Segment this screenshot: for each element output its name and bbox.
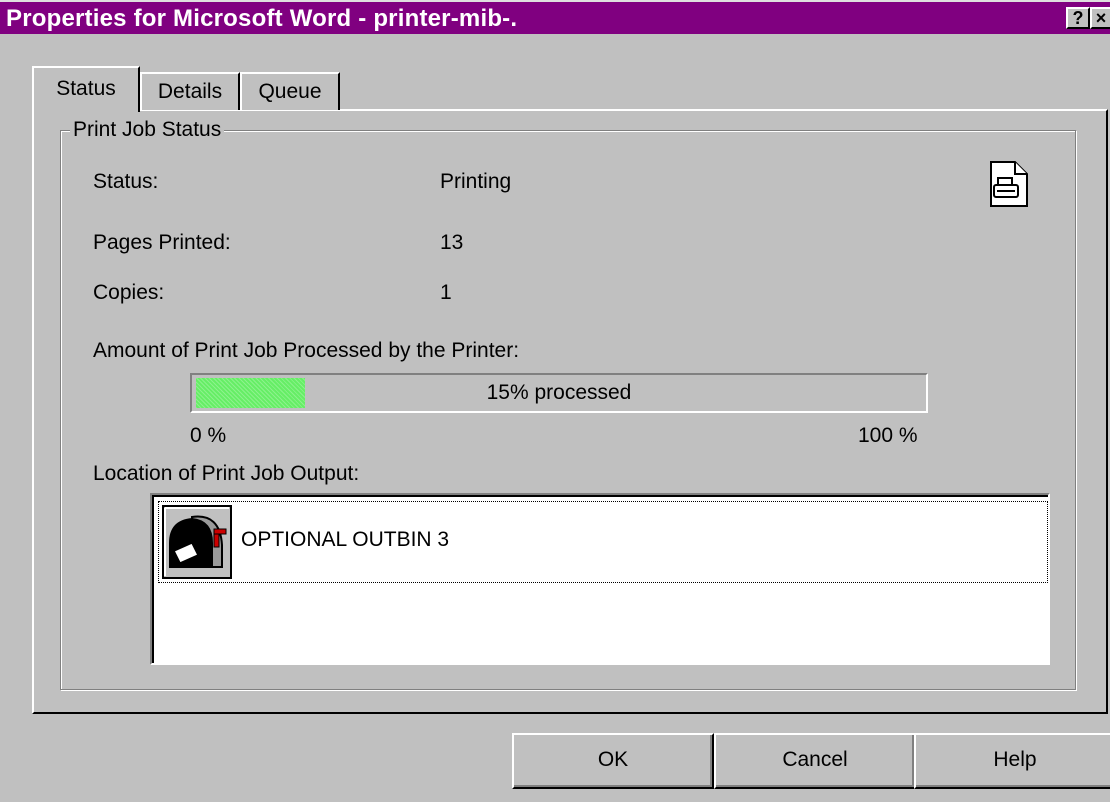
output-location-list[interactable]: OPTIONAL OUTBIN 3 [150, 493, 1050, 665]
pages-printed-label: Pages Printed: [93, 231, 231, 254]
print-progress-bar: 15% processed [190, 373, 928, 413]
properties-dialog: Properties for Microsoft Word - printer-… [0, 0, 1110, 802]
copies-value: 1 [440, 281, 452, 304]
title-bar[interactable]: Properties for Microsoft Word - printer-… [0, 0, 1110, 34]
cancel-button[interactable]: Cancel [714, 733, 916, 789]
tab-status[interactable]: Status [32, 66, 140, 112]
tab-queue[interactable]: Queue [240, 72, 340, 110]
ok-button[interactable]: OK [512, 733, 714, 789]
status-value: Printing [440, 170, 512, 193]
output-list-frame: OPTIONAL OUTBIN 3 [152, 495, 1048, 663]
pages-printed-value: 13 [440, 231, 464, 254]
window-title: Properties for Microsoft Word - printer-… [6, 5, 518, 32]
status-label: Status: [93, 170, 159, 193]
progress-min-label: 0 % [190, 424, 227, 447]
progress-max-label: 100 % [858, 424, 918, 447]
mailbox-icon [162, 505, 232, 579]
output-bin-label: OPTIONAL OUTBIN 3 [241, 528, 450, 551]
printer-document-icon [990, 161, 1028, 207]
group-title: Print Job Status [70, 118, 225, 142]
amount-processed-label: Amount of Print Job Processed by the Pri… [93, 339, 520, 362]
copies-label: Copies: [93, 281, 165, 304]
help-question-button[interactable]: ? [1066, 7, 1090, 29]
tab-details[interactable]: Details [140, 72, 240, 110]
progress-text: 15% processed [486, 381, 632, 404]
help-button[interactable]: Help [914, 733, 1110, 789]
output-location-label: Location of Print Job Output: [93, 462, 360, 485]
close-button[interactable]: × [1090, 7, 1110, 29]
list-item[interactable]: OPTIONAL OUTBIN 3 [158, 501, 1048, 583]
